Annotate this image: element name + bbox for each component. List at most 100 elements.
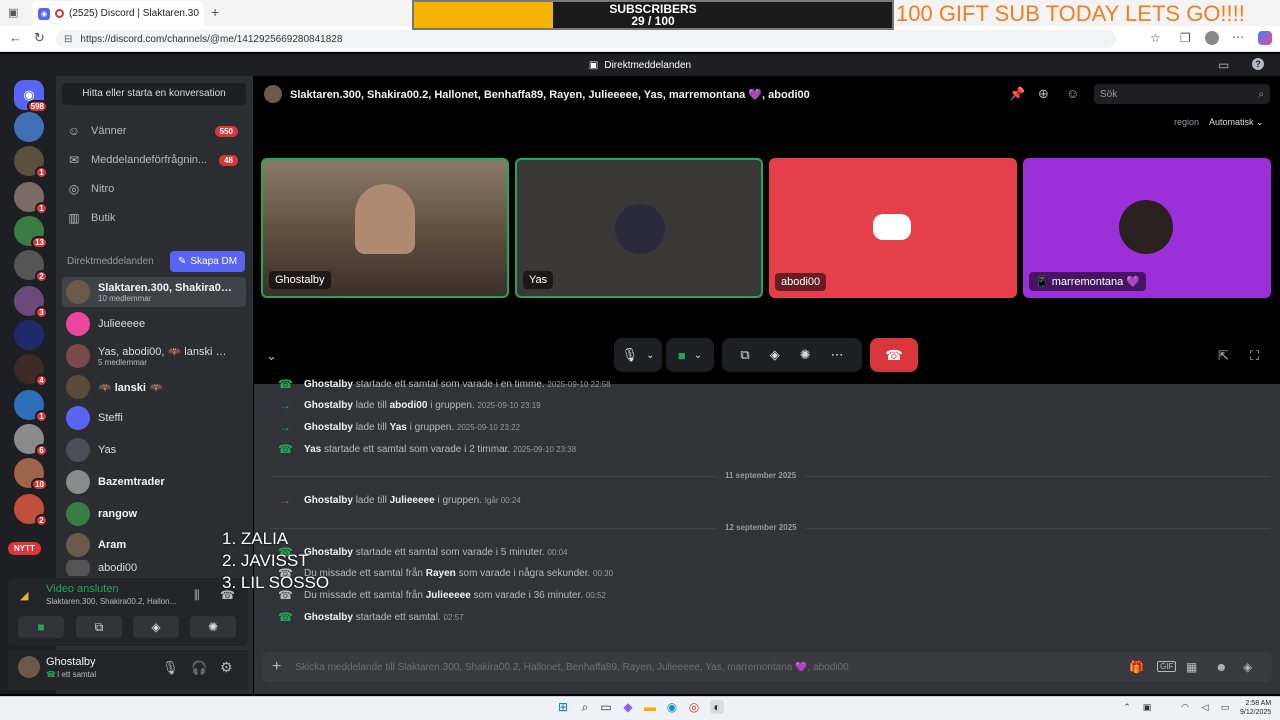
- find-conversation-button[interactable]: Hitta eller starta en konversation: [62, 83, 246, 105]
- help-icon[interactable]: ?: [1252, 58, 1264, 70]
- chevron-up-icon[interactable]: ⌃: [1120, 700, 1134, 714]
- server-icon[interactable]: [14, 112, 44, 142]
- screen-share-button[interactable]: ⧉: [76, 616, 122, 638]
- voice-channel-name[interactable]: Slaktaren.300, Shakira00.2, Hallon...: [46, 597, 186, 606]
- video-toggle-button[interactable]: ■: [18, 616, 64, 638]
- copilot-icon[interactable]: [1258, 31, 1272, 45]
- server-icon[interactable]: 4: [14, 354, 48, 387]
- browser-tab-discord[interactable]: ◉ (2525) Discord | Slaktaren.30 ✕: [32, 1, 204, 26]
- msg-target[interactable]: abodi00: [390, 400, 428, 411]
- volume-icon[interactable]: ◁: [1198, 700, 1212, 714]
- camera-control[interactable]: ■ ⌄: [666, 338, 714, 372]
- collapse-chevron-icon[interactable]: ⌄: [266, 348, 277, 364]
- file-explorer-icon[interactable]: ▬: [643, 700, 657, 714]
- search-input[interactable]: Sök ⌕: [1094, 84, 1270, 104]
- noise-suppression-icon[interactable]: ⫼: [194, 588, 200, 603]
- msg-user[interactable]: Ghostalby: [304, 612, 353, 623]
- popout-icon[interactable]: ⇱: [1218, 348, 1229, 364]
- server-icon[interactable]: 10: [14, 458, 48, 491]
- sticker-icon[interactable]: ▦: [1186, 660, 1197, 674]
- mic-control[interactable]: 🎙 ⌄: [614, 338, 662, 372]
- gift-icon[interactable]: 🎁: [1129, 660, 1144, 674]
- dm-item[interactable]: Bazemtrader: [62, 467, 246, 497]
- browser-menu-icon[interactable]: ▣: [8, 6, 18, 19]
- nav-message-requests[interactable]: ✉ Meddelandeförfrågnin... 48: [62, 147, 246, 173]
- apps-gamepad-icon[interactable]: ◈: [1243, 660, 1252, 674]
- msg-target[interactable]: Julieeeee: [390, 495, 435, 506]
- attach-plus-icon[interactable]: +: [272, 658, 281, 676]
- activity-button[interactable]: ◈: [133, 616, 179, 638]
- server-icon[interactable]: 1: [14, 146, 48, 179]
- collections-icon[interactable]: ❐: [1180, 31, 1191, 45]
- wifi-icon[interactable]: ◠: [1178, 700, 1192, 714]
- settings-gear-icon[interactable]: ⚙: [220, 659, 233, 676]
- message-input[interactable]: + Skicka meddelande till Slaktaren.300, …: [262, 652, 1272, 682]
- dm-item[interactable]: Yas: [62, 435, 246, 465]
- region-select[interactable]: Automatisk ⌄: [1209, 117, 1264, 128]
- more-options-icon[interactable]: ⋯: [831, 347, 844, 363]
- create-dm-button[interactable]: ✎ Skapa DM: [170, 251, 245, 272]
- video-tile-marremontana[interactable]: 📱 marremontana 💜: [1023, 158, 1271, 298]
- server-icon[interactable]: 2: [14, 494, 48, 527]
- dm-item[interactable]: abodi00: [62, 560, 246, 576]
- edge-icon[interactable]: ◉: [665, 700, 679, 714]
- home-server-icon[interactable]: ◉ 598: [14, 80, 48, 113]
- user-avatar[interactable]: [18, 656, 40, 678]
- chrome-icon[interactable]: ◎: [687, 700, 701, 714]
- windows-start-icon[interactable]: ⊞: [556, 700, 570, 714]
- msg-user[interactable]: Ghostalby: [304, 422, 353, 433]
- copilot-taskbar-icon[interactable]: ◆: [621, 700, 635, 714]
- server-icon[interactable]: [14, 320, 44, 350]
- dm-item[interactable]: Aram: [62, 530, 246, 560]
- screen-share-icon[interactable]: ⧉: [740, 347, 749, 363]
- msg-target[interactable]: Julieeeee: [426, 590, 471, 601]
- task-view-icon[interactable]: ▭: [599, 700, 613, 714]
- group-title[interactable]: Slaktaren.300, Shakira00.2, Hallonet, Be…: [290, 88, 810, 101]
- msg-user[interactable]: Ghostalby: [304, 495, 353, 506]
- microphone-icon[interactable]: 🎙: [162, 660, 179, 676]
- gamepad-icon[interactable]: ◈: [770, 347, 780, 363]
- back-icon[interactable]: ←: [9, 30, 22, 45]
- soundboard-button[interactable]: ✺: [190, 616, 236, 638]
- more-icon[interactable]: ⋯: [1232, 30, 1244, 44]
- dm-item[interactable]: rangow: [62, 499, 246, 529]
- taskbar-clock[interactable]: 2:58 AM 9/12/2025: [1240, 699, 1271, 717]
- msg-user[interactable]: Ghostalby: [304, 379, 353, 390]
- server-icon[interactable]: 13: [14, 216, 48, 249]
- msg-user[interactable]: Ghostalby: [304, 400, 353, 411]
- url-input[interactable]: ⊟ https://discord.com/channels/@me/14129…: [56, 30, 1116, 48]
- pin-icon[interactable]: 📌: [1009, 86, 1025, 102]
- nav-shop[interactable]: ▥ Butik: [62, 205, 246, 231]
- search-icon[interactable]: ⌕: [578, 700, 592, 714]
- fullscreen-icon[interactable]: ⛶: [1250, 348, 1259, 364]
- video-tile-yas[interactable]: Yas: [515, 158, 763, 298]
- favorite-icon[interactable]: ☆: [1150, 31, 1161, 45]
- server-icon[interactable]: 1: [14, 182, 48, 215]
- new-tab-icon[interactable]: +: [211, 4, 219, 20]
- nav-friends[interactable]: ☺ Vänner 550: [62, 118, 246, 144]
- nav-nitro[interactable]: ◎ Nitro: [62, 176, 246, 202]
- member-list-icon[interactable]: ☺: [1066, 86, 1079, 101]
- dm-item-group[interactable]: Slaktaren.300, Shakira00.... 10 medlemmar: [62, 277, 246, 307]
- gif-icon[interactable]: GIF: [1157, 661, 1177, 672]
- user-name[interactable]: Ghostalby: [46, 656, 96, 668]
- msg-user[interactable]: Yas: [304, 444, 321, 455]
- server-icon[interactable]: 1: [14, 390, 48, 423]
- inbox-icon[interactable]: ▭: [1218, 58, 1229, 72]
- dm-item[interactable]: 🦇 lanski 🦇: [62, 372, 246, 402]
- headset-icon[interactable]: 🎧: [191, 660, 207, 676]
- end-call-button[interactable]: ☎: [870, 338, 918, 372]
- server-icon[interactable]: 2: [14, 250, 48, 283]
- add-member-icon[interactable]: ⊕: [1038, 86, 1049, 102]
- reload-icon[interactable]: ↻: [34, 30, 45, 46]
- soundboard-icon[interactable]: ✺: [800, 347, 811, 363]
- system-tray-icon[interactable]: ▣: [1140, 700, 1154, 714]
- server-icon[interactable]: 6: [14, 424, 48, 457]
- video-tile-abodi00[interactable]: abodi00: [769, 158, 1017, 298]
- obs-icon[interactable]: ◐: [710, 700, 724, 714]
- dm-item-group[interactable]: Yas, abodi00, 🦇 lanski 🦇... 5 medlemmar: [62, 341, 246, 371]
- dm-item[interactable]: Steffi: [62, 403, 246, 433]
- msg-target[interactable]: Rayen: [426, 568, 456, 579]
- battery-icon[interactable]: ▭: [1218, 700, 1232, 714]
- profile-icon[interactable]: [1205, 31, 1219, 45]
